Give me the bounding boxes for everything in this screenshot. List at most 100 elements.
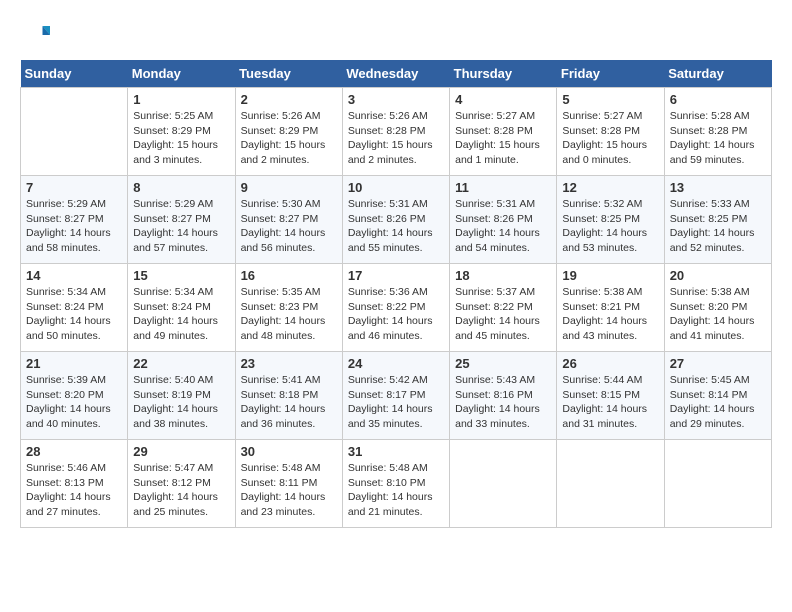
calendar-cell: [557, 440, 664, 528]
day-number: 20: [670, 268, 766, 283]
calendar-cell: 26 Sunrise: 5:44 AMSunset: 8:15 PMDayligh…: [557, 352, 664, 440]
calendar-cell: 12 Sunrise: 5:32 AMSunset: 8:25 PMDayligh…: [557, 176, 664, 264]
calendar-cell: 14 Sunrise: 5:34 AMSunset: 8:24 PMDayligh…: [21, 264, 128, 352]
calendar-cell: [450, 440, 557, 528]
day-number: 4: [455, 92, 551, 107]
calendar-cell: 29Sunrise: 5:47 AMSunset: 8:12 PMDayligh…: [128, 440, 235, 528]
calendar-cell: 6 Sunrise: 5:28 AMSunset: 8:28 PMDaylight…: [664, 88, 771, 176]
calendar-cell: 7 Sunrise: 5:29 AMSunset: 8:27 PMDaylight…: [21, 176, 128, 264]
day-number: 31: [348, 444, 444, 459]
day-number: 22: [133, 356, 229, 371]
calendar-cell: 4 Sunrise: 5:27 AMSunset: 8:28 PMDaylight…: [450, 88, 557, 176]
cell-content: Sunrise: 5:37 AMSunset: 8:22 PMDaylight:…: [455, 285, 551, 344]
calendar-cell: 21 Sunrise: 5:39 AMSunset: 8:20 PMDayligh…: [21, 352, 128, 440]
cell-content: Sunrise: 5:29 AMSunset: 8:27 PMDaylight:…: [26, 197, 122, 256]
day-number: 23: [241, 356, 337, 371]
calendar-cell: 15 Sunrise: 5:34 AMSunset: 8:24 PMDayligh…: [128, 264, 235, 352]
cell-content: Sunrise: 5:33 AMSunset: 8:25 PMDaylight:…: [670, 197, 766, 256]
calendar-cell: 24 Sunrise: 5:42 AMSunset: 8:17 PMDayligh…: [342, 352, 449, 440]
day-number: 19: [562, 268, 658, 283]
calendar-week-row: 28 Sunrise: 5:46 AMSunset: 8:13 PMDayligh…: [21, 440, 772, 528]
day-number: 3: [348, 92, 444, 107]
day-number: 7: [26, 180, 122, 195]
calendar-week-row: 1 Sunrise: 5:25 AMSunset: 8:29 PMDaylight…: [21, 88, 772, 176]
page-header: [20, 20, 772, 50]
cell-content: Sunrise: 5:26 AMSunset: 8:29 PMDaylight:…: [241, 109, 337, 168]
cell-content: Sunrise: 5:40 AMSunset: 8:19 PMDaylight:…: [133, 373, 229, 432]
day-number: 29: [133, 444, 229, 459]
cell-content: Sunrise: 5:32 AMSunset: 8:25 PMDaylight:…: [562, 197, 658, 256]
day-number: 16: [241, 268, 337, 283]
cell-content: Sunrise: 5:42 AMSunset: 8:17 PMDaylight:…: [348, 373, 444, 432]
calendar-cell: 3 Sunrise: 5:26 AMSunset: 8:28 PMDaylight…: [342, 88, 449, 176]
calendar-cell: 27 Sunrise: 5:45 AMSunset: 8:14 PMDayligh…: [664, 352, 771, 440]
calendar-cell: [664, 440, 771, 528]
calendar-cell: 22 Sunrise: 5:40 AMSunset: 8:19 PMDayligh…: [128, 352, 235, 440]
day-number: 6: [670, 92, 766, 107]
cell-content: Sunrise: 5:25 AMSunset: 8:29 PMDaylight:…: [133, 109, 229, 168]
cell-content: Sunrise: 5:27 AMSunset: 8:28 PMDaylight:…: [562, 109, 658, 168]
calendar-cell: 5 Sunrise: 5:27 AMSunset: 8:28 PMDaylight…: [557, 88, 664, 176]
cell-content: Sunrise: 5:34 AMSunset: 8:24 PMDaylight:…: [26, 285, 122, 344]
calendar-cell: 20Sunrise: 5:38 AMSunset: 8:20 PMDayligh…: [664, 264, 771, 352]
day-number: 10: [348, 180, 444, 195]
day-number: 5: [562, 92, 658, 107]
cell-content: Sunrise: 5:28 AMSunset: 8:28 PMDaylight:…: [670, 109, 766, 168]
cell-content: Sunrise: 5:41 AMSunset: 8:18 PMDaylight:…: [241, 373, 337, 432]
day-number: 13: [670, 180, 766, 195]
calendar-table: SundayMondayTuesdayWednesdayThursdayFrid…: [20, 60, 772, 528]
calendar-week-row: 7 Sunrise: 5:29 AMSunset: 8:27 PMDaylight…: [21, 176, 772, 264]
day-number: 30: [241, 444, 337, 459]
day-number: 28: [26, 444, 122, 459]
weekday-header-wednesday: Wednesday: [342, 60, 449, 88]
day-number: 26: [562, 356, 658, 371]
calendar-cell: 28 Sunrise: 5:46 AMSunset: 8:13 PMDayligh…: [21, 440, 128, 528]
cell-content: Sunrise: 5:31 AMSunset: 8:26 PMDaylight:…: [455, 197, 551, 256]
calendar-week-row: 14 Sunrise: 5:34 AMSunset: 8:24 PMDayligh…: [21, 264, 772, 352]
cell-content: Sunrise: 5:34 AMSunset: 8:24 PMDaylight:…: [133, 285, 229, 344]
cell-content: Sunrise: 5:48 AMSunset: 8:11 PMDaylight:…: [241, 461, 337, 520]
cell-content: Sunrise: 5:26 AMSunset: 8:28 PMDaylight:…: [348, 109, 444, 168]
cell-content: Sunrise: 5:48 AMSunset: 8:10 PMDaylight:…: [348, 461, 444, 520]
day-number: 21: [26, 356, 122, 371]
calendar-cell: 31 Sunrise: 5:48 AMSunset: 8:10 PMDayligh…: [342, 440, 449, 528]
day-number: 1: [133, 92, 229, 107]
logo: [20, 20, 52, 50]
calendar-cell: 18Sunrise: 5:37 AMSunset: 8:22 PMDayligh…: [450, 264, 557, 352]
day-number: 14: [26, 268, 122, 283]
day-number: 9: [241, 180, 337, 195]
day-number: 11: [455, 180, 551, 195]
weekday-header-monday: Monday: [128, 60, 235, 88]
calendar-cell: 16 Sunrise: 5:35 AMSunset: 8:23 PMDayligh…: [235, 264, 342, 352]
calendar-cell: 13 Sunrise: 5:33 AMSunset: 8:25 PMDayligh…: [664, 176, 771, 264]
cell-content: Sunrise: 5:46 AMSunset: 8:13 PMDaylight:…: [26, 461, 122, 520]
day-number: 15: [133, 268, 229, 283]
weekday-header-saturday: Saturday: [664, 60, 771, 88]
cell-content: Sunrise: 5:45 AMSunset: 8:14 PMDaylight:…: [670, 373, 766, 432]
logo-icon: [20, 20, 50, 50]
weekday-header-friday: Friday: [557, 60, 664, 88]
calendar-week-row: 21 Sunrise: 5:39 AMSunset: 8:20 PMDayligh…: [21, 352, 772, 440]
calendar-cell: 19Sunrise: 5:38 AMSunset: 8:21 PMDayligh…: [557, 264, 664, 352]
cell-content: Sunrise: 5:29 AMSunset: 8:27 PMDaylight:…: [133, 197, 229, 256]
calendar-cell: 1 Sunrise: 5:25 AMSunset: 8:29 PMDaylight…: [128, 88, 235, 176]
calendar-cell: 30 Sunrise: 5:48 AMSunset: 8:11 PMDayligh…: [235, 440, 342, 528]
weekday-header-tuesday: Tuesday: [235, 60, 342, 88]
cell-content: Sunrise: 5:44 AMSunset: 8:15 PMDaylight:…: [562, 373, 658, 432]
calendar-cell: 9Sunrise: 5:30 AMSunset: 8:27 PMDaylight…: [235, 176, 342, 264]
day-number: 12: [562, 180, 658, 195]
cell-content: Sunrise: 5:43 AMSunset: 8:16 PMDaylight:…: [455, 373, 551, 432]
weekday-header-sunday: Sunday: [21, 60, 128, 88]
cell-content: Sunrise: 5:27 AMSunset: 8:28 PMDaylight:…: [455, 109, 551, 168]
day-number: 27: [670, 356, 766, 371]
calendar-cell: [21, 88, 128, 176]
calendar-cell: 25Sunrise: 5:43 AMSunset: 8:16 PMDayligh…: [450, 352, 557, 440]
weekday-header-thursday: Thursday: [450, 60, 557, 88]
calendar-cell: 8Sunrise: 5:29 AMSunset: 8:27 PMDaylight…: [128, 176, 235, 264]
calendar-cell: 17Sunrise: 5:36 AMSunset: 8:22 PMDayligh…: [342, 264, 449, 352]
cell-content: Sunrise: 5:35 AMSunset: 8:23 PMDaylight:…: [241, 285, 337, 344]
calendar-cell: 23 Sunrise: 5:41 AMSunset: 8:18 PMDayligh…: [235, 352, 342, 440]
cell-content: Sunrise: 5:36 AMSunset: 8:22 PMDaylight:…: [348, 285, 444, 344]
cell-content: Sunrise: 5:39 AMSunset: 8:20 PMDaylight:…: [26, 373, 122, 432]
day-number: 24: [348, 356, 444, 371]
